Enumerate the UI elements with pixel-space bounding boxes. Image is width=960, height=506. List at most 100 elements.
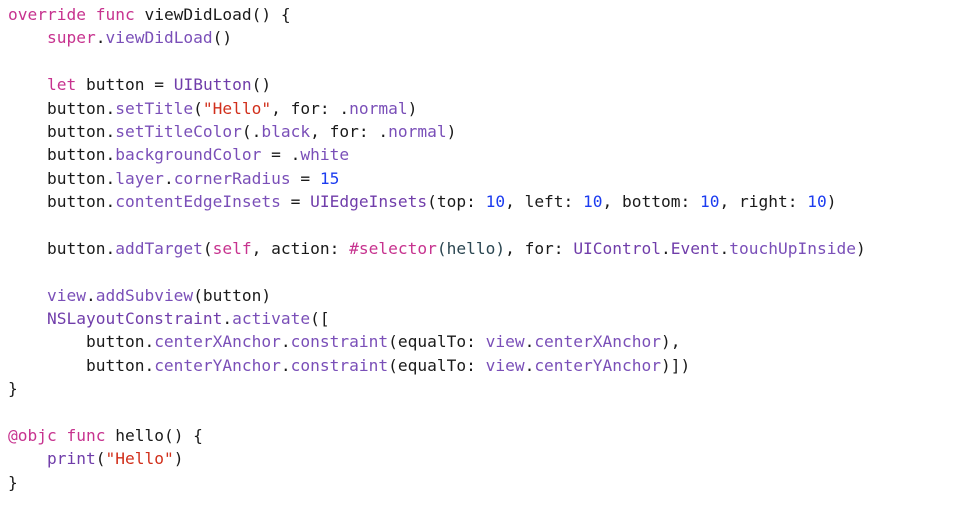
plain-token: viewDidLoad() { (134, 5, 291, 24)
plain-token: } (8, 472, 18, 492)
plain-token: , bottom: (602, 192, 701, 212)
member-token: view (485, 355, 525, 375)
member-token: centerYAnchor (534, 355, 662, 375)
keyword-token: let (46, 75, 77, 95)
member-token: addTarget (115, 238, 203, 258)
plain-token: , action: (251, 238, 350, 258)
member-token: contentEdgeInsets (115, 192, 281, 212)
type-token: NSLayoutConstraint (46, 309, 223, 329)
code-line: button.layer.cornerRadius = 15 (8, 167, 866, 190)
member-token: constraint (290, 332, 389, 352)
plain-token: () (212, 28, 233, 48)
plain-token: ) (855, 238, 866, 258)
type-token: UIControl (573, 238, 662, 258)
plain-token: ( (202, 238, 213, 258)
number-literal: 10 (583, 192, 603, 212)
plain-token: . (163, 168, 174, 188)
plain-token: ([ (310, 309, 330, 329)
number-literal: 10 (485, 192, 506, 212)
code-line: button.setTitleColor(.black, for: .norma… (8, 120, 866, 143)
code-line: button.centerXAnchor.constraint(equalTo:… (8, 330, 866, 353)
code-line: @objc func hello() { (8, 424, 866, 447)
plain-token: . (95, 28, 106, 48)
number-literal: 15 (319, 168, 340, 188)
plain-token: button. (8, 121, 116, 141)
plain-token: . (661, 238, 671, 258)
member-token: setTitle (115, 98, 194, 118)
code-line: button.contentEdgeInsets = UIEdgeInsets(… (8, 190, 866, 213)
keyword-token: super (46, 28, 96, 48)
member-token: black (261, 121, 311, 141)
plain-token: . (222, 309, 233, 329)
plain-token: (equalTo: (388, 355, 486, 375)
plain-token: hello() { (105, 426, 203, 446)
code-line: let button = UIButton() (8, 73, 866, 96)
plain-token: , for: . (310, 121, 389, 141)
member-token: normal (388, 121, 447, 141)
string-literal: "Hello" (105, 449, 174, 469)
member-token: centerYAnchor (154, 355, 281, 375)
member-token: viewDidLoad (105, 28, 213, 48)
plain-token: . (280, 355, 291, 375)
plain-token: . (719, 238, 730, 258)
member-token: centerXAnchor (154, 332, 281, 352)
code-line: } (8, 377, 866, 400)
code-line: override func viewDidLoad() { (8, 3, 866, 26)
code-line: button.backgroundColor = .white (8, 143, 866, 166)
plain-token: button. (8, 332, 155, 352)
keyword-token: override func (8, 5, 135, 24)
plain-token: ) (407, 98, 418, 118)
plain-token: () (251, 75, 272, 95)
plain-token: ) (173, 449, 184, 469)
member-token: view (46, 285, 86, 305)
code-line: } (8, 471, 866, 494)
member-token: cornerRadius (173, 168, 291, 188)
plain-token: ), (661, 332, 681, 352)
number-literal: 10 (700, 192, 720, 212)
plain-token: button. (8, 168, 116, 188)
code-line: button.setTitle("Hello", for: .normal) (8, 97, 866, 120)
member-token: view (485, 332, 525, 352)
member-token: touchUpInside (729, 238, 856, 258)
member-token: activate (232, 309, 311, 329)
member-token: backgroundColor (115, 145, 262, 165)
code-editor[interactable]: override func viewDidLoad() { super.view… (8, 3, 866, 494)
number-literal: 10 (807, 192, 827, 212)
keyword-token: self (212, 238, 252, 258)
plain-token: ( (193, 98, 203, 118)
identifier-token: (hello) (436, 238, 506, 258)
plain-token: , for: . (271, 98, 350, 118)
plain-token: , left: (505, 192, 584, 212)
type-token: UIButton (173, 75, 252, 95)
plain-token: , for: (505, 238, 574, 258)
member-token: constraint (290, 355, 389, 375)
member-token: addSubview (95, 285, 194, 305)
plain-token: )]) (661, 355, 691, 375)
plain-token: = (280, 192, 311, 212)
plain-token: = (290, 168, 320, 188)
member-token: layer (115, 168, 164, 188)
code-line: button.addTarget(self, action: #selector… (8, 237, 866, 260)
string-literal: "Hello" (202, 98, 272, 118)
plain-token: (button) (193, 285, 272, 305)
plain-token: ( (95, 449, 106, 469)
plain-token: ) (826, 192, 837, 212)
code-line: button.centerYAnchor.constraint(equalTo:… (8, 354, 866, 377)
code-line: NSLayoutConstraint.activate([ (8, 307, 866, 330)
plain-token: = . (261, 145, 301, 165)
plain-token: button. (8, 98, 116, 118)
plain-token: . (85, 285, 96, 305)
plain-token: button. (8, 238, 116, 258)
plain-token: . (280, 332, 291, 352)
plain-token: button. (8, 355, 155, 375)
plain-token: button. (8, 192, 116, 212)
keyword-token: @objc func (8, 426, 106, 446)
plain-token: button. (8, 145, 116, 165)
